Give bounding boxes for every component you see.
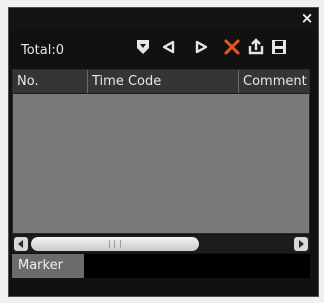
grid-header: No. Time Code Comment [13,70,309,94]
previous-marker-button[interactable] [160,38,178,56]
export-icon [248,38,264,55]
arrow-right-icon [299,240,304,248]
marker-list-grid[interactable]: No. Time Code Comment [12,69,310,234]
tab-marker[interactable]: Marker [12,254,84,278]
toolbar: Total:0 [9,35,318,61]
close-button[interactable]: × [300,11,314,26]
marker-down-icon [137,40,149,54]
export-marker-button[interactable] [247,38,265,56]
delete-x-icon [224,39,240,55]
delete-marker-button[interactable] [223,38,241,56]
save-floppy-icon [272,40,286,54]
column-header-comment[interactable]: Comment [239,70,309,93]
tab-bar: Marker [12,254,310,278]
next-marker-button[interactable] [192,38,210,56]
total-count: Total:0 [21,43,65,58]
column-header-time-code[interactable]: Time Code [88,70,239,93]
arrow-left-icon [18,240,23,248]
scroll-left-button[interactable] [14,237,28,251]
add-marker-button[interactable] [134,38,152,56]
horizontal-scrollbar[interactable] [12,235,310,253]
column-header-no[interactable]: No. [13,70,88,93]
grip-icon [109,240,121,248]
scroll-right-button[interactable] [294,237,308,251]
save-marker-button[interactable] [270,38,288,56]
title-bar: × [9,8,318,30]
triangle-right-icon [195,40,208,54]
scroll-thumb[interactable] [31,237,199,251]
triangle-left-icon [162,40,175,54]
